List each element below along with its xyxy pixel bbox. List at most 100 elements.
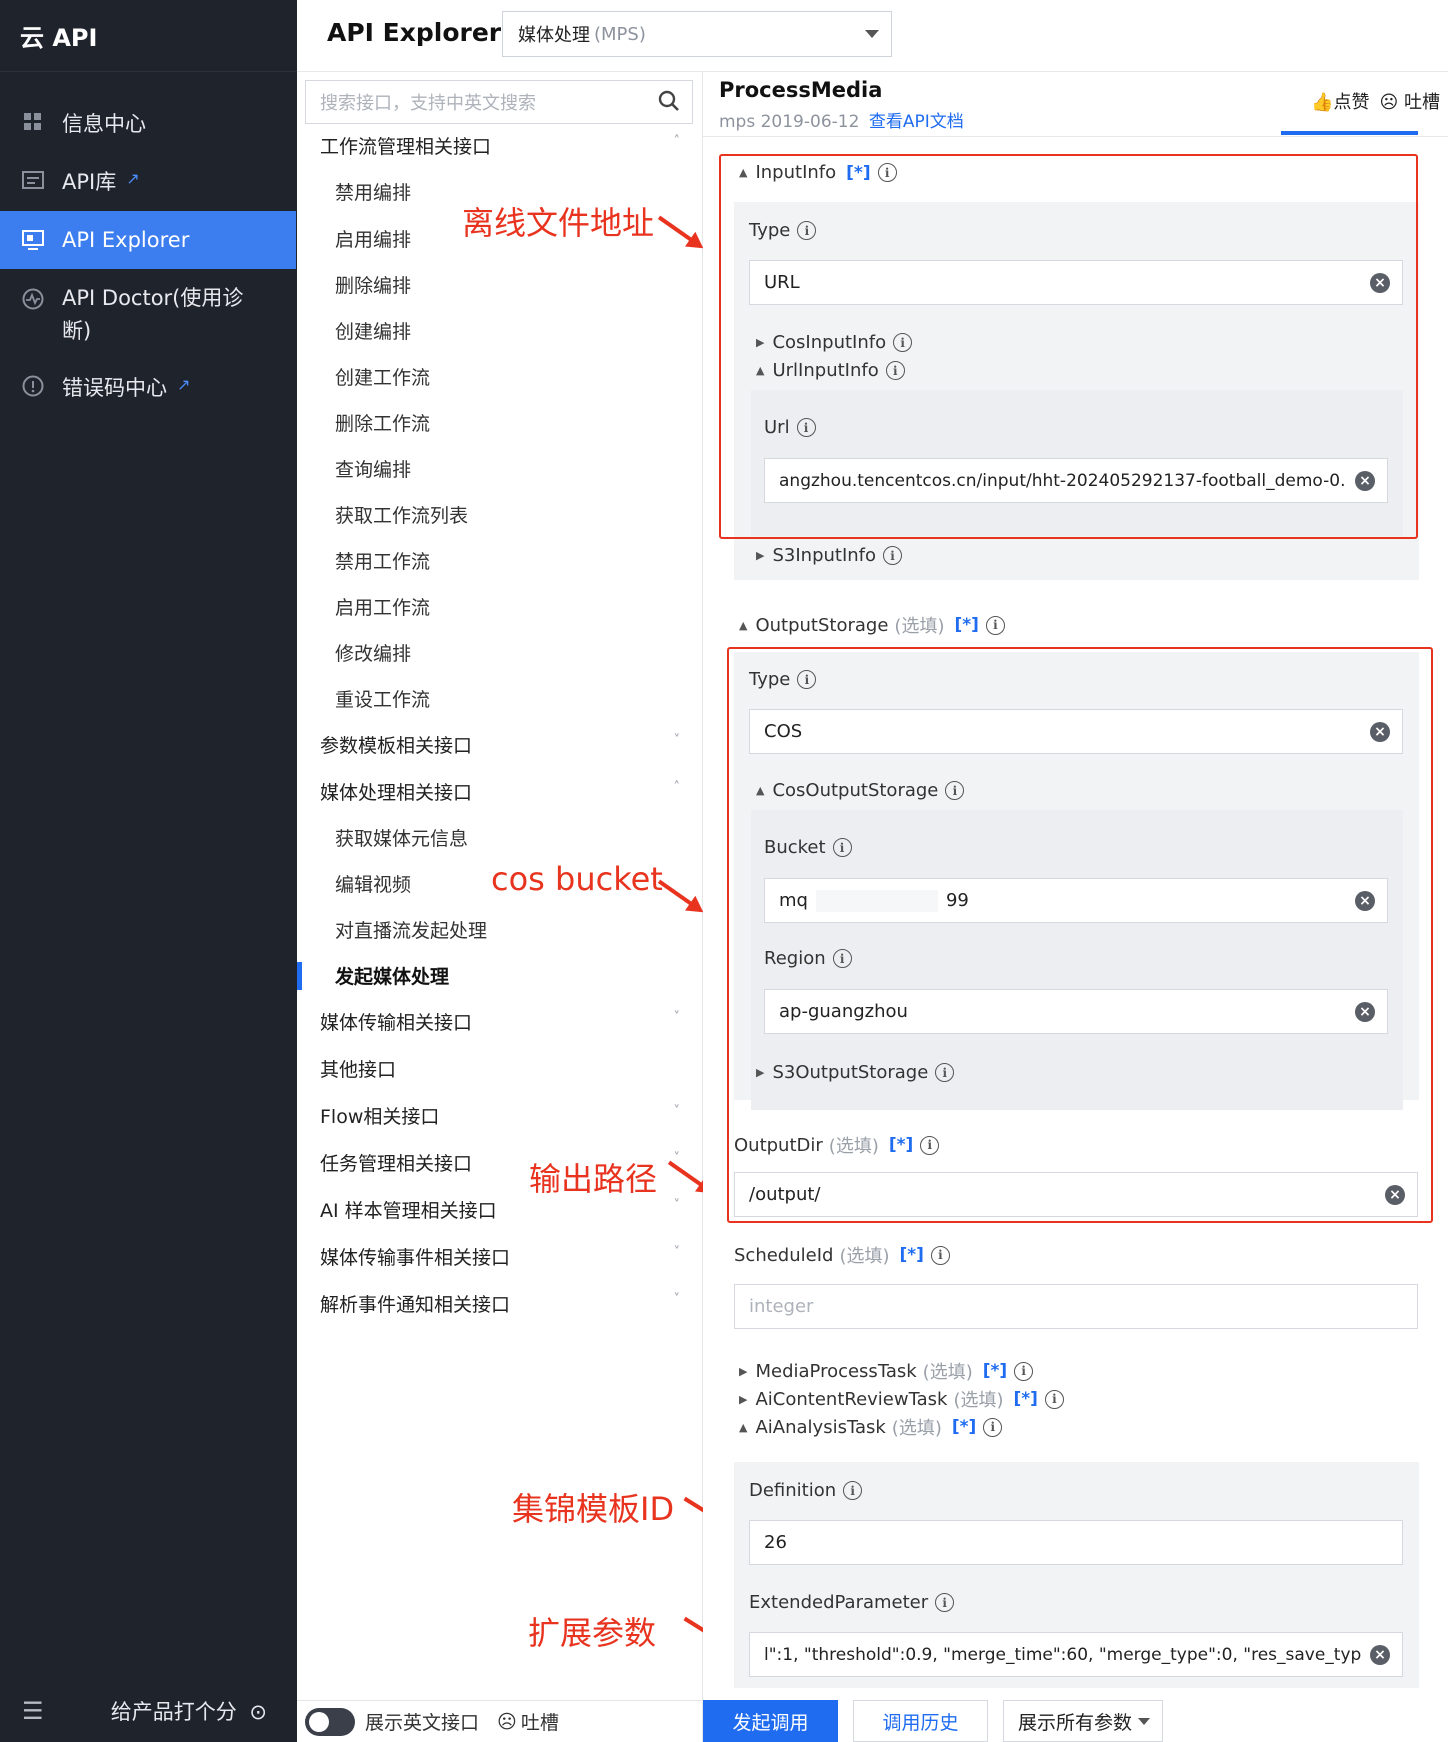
chevron-up-icon: ˄ [673, 780, 681, 795]
api-version-line: mps 2019-06-12 查看API文档 [719, 107, 964, 132]
group-flow[interactable]: Flow相关接口 ˅ [320, 1102, 680, 1129]
required-marker: [*] [899, 1245, 924, 1265]
feedback-link[interactable]: 吐槽 [521, 1708, 559, 1735]
api-item[interactable]: 获取工作流列表 [335, 501, 468, 528]
required-marker: [*] [954, 615, 979, 635]
api-item[interactable]: 禁用工作流 [335, 547, 430, 574]
history-button[interactable]: 调用历史 [853, 1700, 988, 1742]
api-item[interactable]: 查询编排 [335, 455, 411, 482]
info-icon[interactable]: i [983, 1417, 1003, 1437]
api-item[interactable]: 获取媒体元信息 [335, 824, 468, 851]
definition-field[interactable]: 26 [749, 1520, 1403, 1565]
show-all-params-select[interactable]: 展示所有参数 [1003, 1700, 1163, 1742]
invoke-button[interactable]: 发起调用 [703, 1700, 838, 1742]
triangle-up-icon: ▲ [739, 618, 748, 632]
extended-parameter-field[interactable]: l":1, "threshold":0.9, "merge_time":60, … [749, 1632, 1403, 1677]
english-api-toggle[interactable] [305, 1707, 355, 1736]
frown-icon[interactable]: ☹ [497, 1711, 517, 1733]
annotation-cos-bucket: cos bucket [491, 860, 663, 898]
api-item[interactable]: 删除编排 [335, 271, 411, 298]
annotation-output-path: 输出路径 [529, 1160, 658, 1198]
param-media-process-task[interactable]: ▶ MediaProcessTask (选填) [*] i [739, 1358, 1034, 1384]
api-item[interactable]: 删除工作流 [335, 409, 430, 436]
like-button[interactable]: 👍点赞 [1311, 88, 1369, 114]
api-item[interactable]: 创建编排 [335, 317, 411, 344]
nav-item-api-explorer[interactable]: API Explorer [0, 211, 296, 269]
feedback-label: 吐槽 [1404, 92, 1440, 113]
chevron-down-icon [1138, 1718, 1150, 1725]
feedback-button[interactable]: ☹ 吐槽 [1380, 88, 1441, 114]
search-icon[interactable] [658, 90, 680, 112]
required-marker: [*] [982, 1361, 1008, 1381]
triangle-right-icon: ▶ [739, 1364, 748, 1378]
optional-tag: (选填) [894, 616, 945, 637]
group-param-template[interactable]: 参数模板相关接口 ˅ [320, 731, 680, 758]
group-ai-sample[interactable]: AI 样本管理相关接口 ˅ [320, 1196, 680, 1223]
menu-icon[interactable]: ☰ [22, 1697, 44, 1725]
info-icon[interactable]: i [883, 546, 903, 565]
group-media-transfer-event[interactable]: 媒体传输事件相关接口 ˅ [320, 1243, 680, 1270]
thumbs-up-icon: 👍 [1311, 92, 1334, 113]
param-label: ScheduleId [734, 1244, 834, 1266]
nav-label: 错误码中心 [62, 376, 167, 400]
api-item[interactable]: 启用工作流 [335, 593, 430, 620]
group-other[interactable]: 其他接口 [320, 1055, 680, 1082]
api-item-active[interactable]: 发起媒体处理 [335, 962, 449, 989]
group-label: 媒体处理相关接口 [320, 782, 473, 804]
panel-actions: 👍点赞 ☹ 吐槽 [1311, 88, 1440, 114]
nav-label: API库 [62, 170, 117, 194]
tab-underline [1281, 131, 1418, 135]
param-label: MediaProcessTask [755, 1360, 917, 1382]
nav-item-api-library[interactable]: API库 ↗ [0, 166, 296, 196]
api-item[interactable]: 编辑视频 [335, 870, 411, 897]
param-output-storage[interactable]: ▲ OutputStorage (选填) [*] i [739, 612, 1005, 638]
param-ai-analysis-task[interactable]: ▲ AiAnalysisTask (选填) [*] i [739, 1414, 1003, 1440]
nav-item-api-doctor[interactable]: API Doctor(使用诊断) [0, 282, 270, 348]
info-icon[interactable]: i [1014, 1361, 1034, 1381]
info-icon[interactable]: i [935, 1593, 955, 1612]
param-s3-input-info[interactable]: ▶ S3InputInfo i [756, 545, 903, 566]
api-item[interactable]: 对直播流发起处理 [335, 916, 487, 943]
param-label: OutputStorage [755, 614, 889, 636]
info-icon[interactable]: i [1044, 1389, 1064, 1409]
api-doc-link[interactable]: 查看API文档 [869, 112, 964, 132]
chevron-down-icon: ˅ [673, 1010, 681, 1025]
highlight-box [727, 647, 1433, 1223]
param-ai-content-review-task[interactable]: ▶ AiContentReviewTask (选填) [*] i [739, 1386, 1064, 1412]
param-extended-parameter: ExtendedParameter i [749, 1592, 955, 1613]
group-label: 其他接口 [320, 1059, 397, 1081]
group-media-process[interactable]: 媒体处理相关接口 ˄ [320, 778, 680, 805]
group-media-transfer[interactable]: 媒体传输相关接口 ˅ [320, 1008, 680, 1035]
info-icon[interactable]: i [930, 1245, 950, 1265]
api-item[interactable]: 启用编排 [335, 225, 411, 252]
library-icon [22, 169, 44, 191]
brand-logo[interactable]: 云 API [0, 0, 297, 72]
highlight-box [719, 154, 1418, 539]
group-label: AI 样本管理相关接口 [320, 1200, 497, 1222]
nav-item-info-center[interactable]: 信息中心 [0, 108, 296, 138]
group-workflow[interactable]: 工作流管理相关接口 ˄ [320, 132, 680, 159]
api-search-input[interactable]: 搜索接口，支持中英文搜索 [305, 80, 693, 124]
param-label: ExtendedParameter [749, 1592, 929, 1613]
group-label: 媒体传输事件相关接口 [320, 1247, 511, 1269]
clear-icon[interactable]: × [1370, 1645, 1390, 1665]
optional-tag: (选填) [839, 1246, 890, 1267]
api-item[interactable]: 修改编排 [335, 639, 411, 666]
schedule-id-field[interactable]: integer [734, 1284, 1418, 1329]
info-icon[interactable]: i [985, 615, 1005, 635]
product-select[interactable]: 媒体处理 (MPS) [502, 11, 892, 57]
chevron-down-icon: ˅ [673, 733, 681, 748]
group-label: 工作流管理相关接口 [320, 136, 492, 158]
rate-product-link[interactable]: 给产品打个分 ⊙ [105, 1696, 267, 1726]
chevron-down-icon: ˅ [673, 1104, 681, 1119]
page-title: API Explorer [327, 18, 502, 47]
alert-circle-icon [22, 375, 44, 397]
left-nav-bottom: ☰ 给产品打个分 ⊙ [0, 1680, 297, 1742]
api-item[interactable]: 禁用编排 [335, 178, 411, 205]
api-item[interactable]: 创建工作流 [335, 363, 430, 390]
api-item[interactable]: 重设工作流 [335, 685, 430, 712]
nav-item-error-code-center[interactable]: 错误码中心 ↗ [0, 372, 296, 402]
group-parse-event[interactable]: 解析事件通知相关接口 ˅ [320, 1290, 680, 1317]
param-schedule-id: ScheduleId (选填) [*] i [734, 1242, 950, 1268]
info-icon[interactable]: i [843, 1481, 863, 1500]
